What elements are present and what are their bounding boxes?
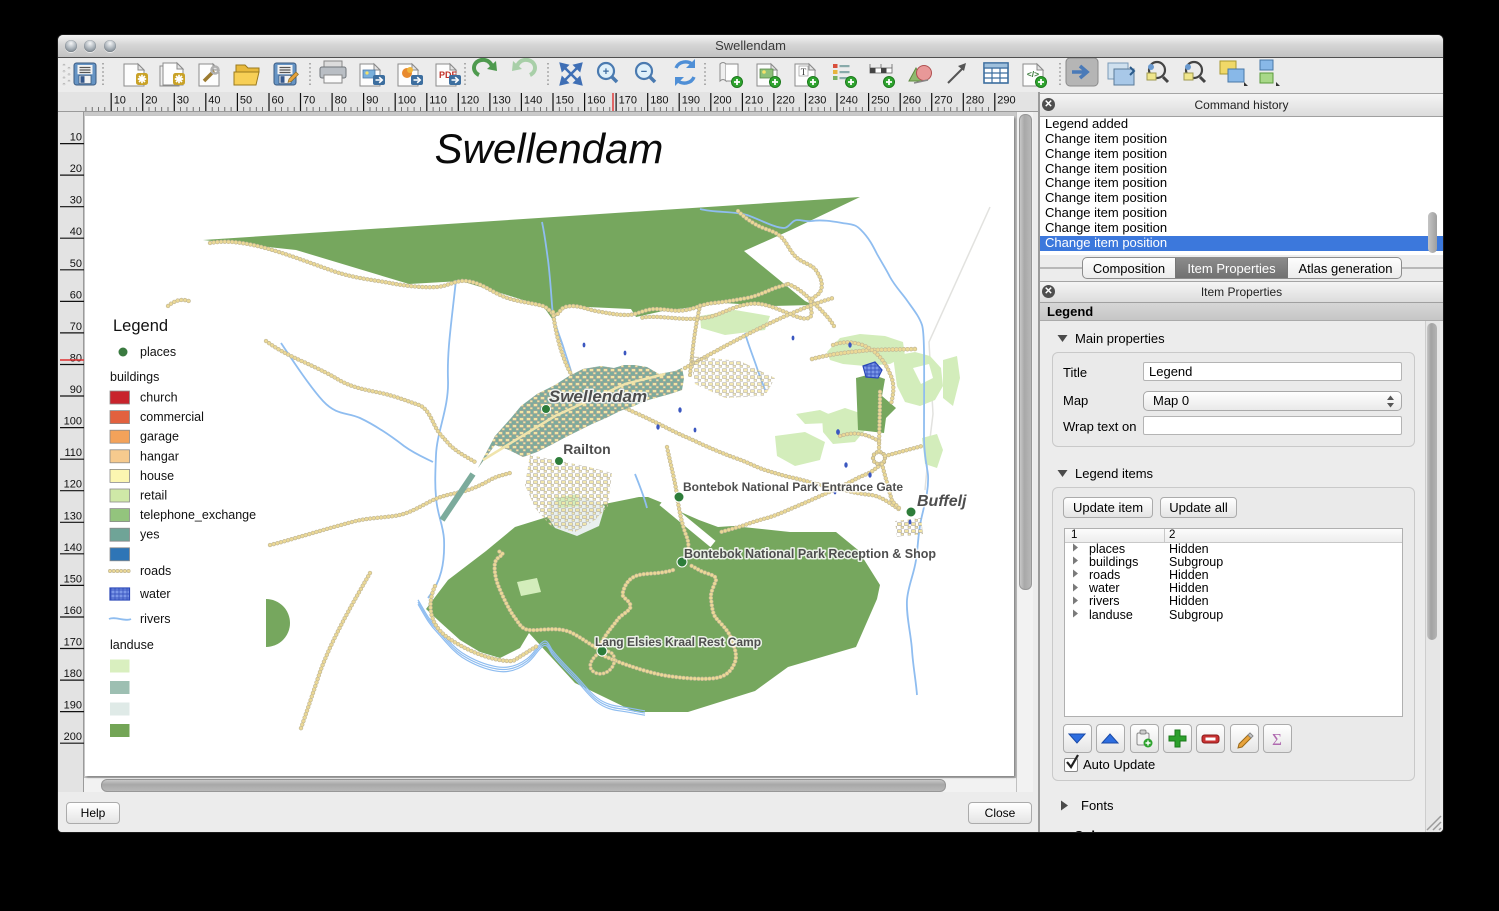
svg-text:telephone_exchange: telephone_exchange (140, 508, 256, 522)
svg-text:130: 130 (492, 95, 510, 107)
svg-text:Bontebok National Park Entranc: Bontebok National Park Entrance Gate (683, 480, 903, 494)
svg-text:170: 170 (64, 637, 82, 649)
svg-text:160: 160 (587, 95, 605, 107)
svg-text:90: 90 (70, 384, 82, 396)
svg-text:rivers: rivers (140, 612, 171, 626)
svg-text:120: 120 (461, 95, 479, 107)
svg-text:landuse: landuse (110, 638, 154, 652)
svg-text:150: 150 (64, 573, 82, 585)
svg-text:Lang Elsies Kraal Rest Camp: Lang Elsies Kraal Rest Camp (595, 635, 761, 649)
svg-text:places: places (140, 345, 176, 359)
svg-text:50: 50 (240, 95, 252, 107)
svg-text:roads: roads (140, 564, 171, 578)
svg-text:Σ: Σ (1272, 730, 1282, 749)
svg-text:190: 190 (682, 95, 700, 107)
svg-text:retail: retail (140, 489, 167, 503)
svg-text:200: 200 (713, 95, 731, 107)
svg-text:70: 70 (70, 321, 82, 333)
svg-text:60: 60 (70, 289, 82, 301)
svg-text:T: T (801, 67, 807, 77)
svg-text:120: 120 (64, 479, 82, 491)
svg-text:yes: yes (140, 528, 159, 542)
svg-text:100: 100 (398, 95, 416, 107)
svg-text:80: 80 (70, 353, 82, 365)
svg-text:290: 290 (997, 95, 1015, 107)
svg-text:140: 140 (64, 542, 82, 554)
svg-text:130: 130 (64, 510, 82, 522)
svg-text:280: 280 (966, 95, 984, 107)
svg-text:+: + (603, 66, 609, 78)
svg-text:240: 240 (840, 95, 858, 107)
svg-text:Railton: Railton (563, 441, 610, 457)
svg-text:40: 40 (208, 95, 220, 107)
svg-text:100: 100 (64, 416, 82, 428)
svg-text:180: 180 (650, 95, 668, 107)
svg-text:70: 70 (303, 95, 315, 107)
svg-text:160: 160 (64, 605, 82, 617)
svg-text:commercial: commercial (140, 410, 204, 424)
svg-text:230: 230 (808, 95, 826, 107)
svg-text:80: 80 (335, 95, 347, 107)
svg-text:hangar: hangar (140, 449, 179, 463)
svg-text:garage: garage (140, 430, 179, 444)
svg-text:Legend: Legend (113, 317, 168, 335)
svg-text:210: 210 (745, 95, 763, 107)
svg-text:90: 90 (366, 95, 378, 107)
svg-text:water: water (139, 587, 171, 601)
svg-text:180: 180 (64, 668, 82, 680)
svg-text:Swellendam: Swellendam (435, 125, 664, 172)
svg-text:Swellendam: Swellendam (549, 387, 647, 406)
svg-text:110: 110 (64, 447, 82, 459)
svg-text:270: 270 (934, 95, 952, 107)
svg-text:church: church (140, 391, 178, 405)
svg-text:Buffelj: Buffelj (917, 493, 967, 510)
svg-text:Bontebok National Park Recepti: Bontebok National Park Reception & Shop (684, 547, 936, 561)
svg-text:20: 20 (70, 163, 82, 175)
svg-text:110: 110 (429, 95, 447, 107)
svg-text:150: 150 (556, 95, 574, 107)
svg-text:10: 10 (70, 132, 82, 144)
svg-text:220: 220 (776, 95, 794, 107)
svg-text:200: 200 (64, 731, 82, 743)
svg-text:190: 190 (64, 700, 82, 712)
svg-text:60: 60 (272, 95, 284, 107)
svg-text:buildings: buildings (110, 370, 159, 384)
svg-text:260: 260 (903, 95, 921, 107)
svg-text:170: 170 (619, 95, 637, 107)
svg-text:−: − (641, 66, 647, 78)
svg-text:30: 30 (177, 95, 189, 107)
svg-text:30: 30 (70, 195, 82, 207)
svg-text:50: 50 (70, 258, 82, 270)
svg-text:140: 140 (524, 95, 542, 107)
svg-text:40: 40 (70, 226, 82, 238)
svg-text:250: 250 (871, 95, 889, 107)
svg-text:20: 20 (145, 95, 157, 107)
svg-text:house: house (140, 469, 174, 483)
svg-text:10: 10 (114, 95, 126, 107)
